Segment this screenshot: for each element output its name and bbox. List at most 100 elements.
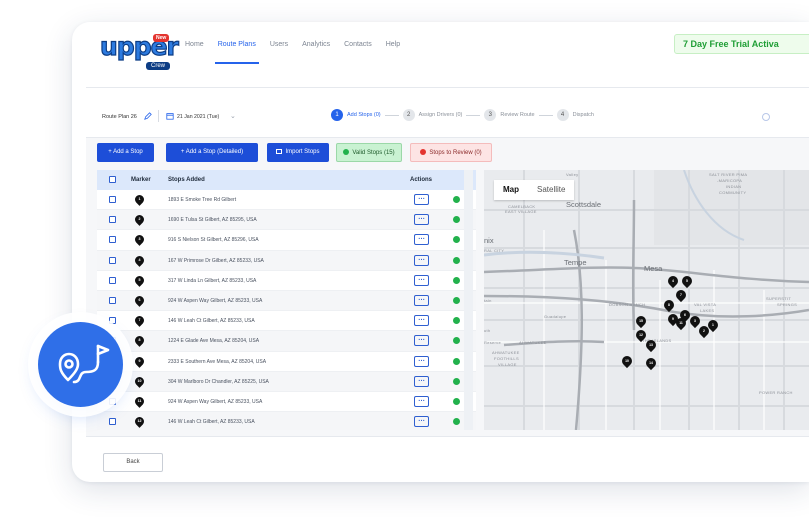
map-marker-number: 10 [625,359,629,363]
more-actions-button[interactable]: … [414,315,429,327]
marker-pin-icon: 12 [133,415,146,428]
more-actions-button[interactable]: … [414,335,429,347]
route-flag-badge [38,322,123,407]
route-map[interactable]: Map Satellite Valley SALT RIVER PIMA -MA… [484,170,809,430]
check-circle-icon [453,357,460,365]
gear-icon[interactable] [762,113,770,121]
nav-help[interactable]: Help [379,22,407,68]
nav-users[interactable]: Users [263,22,295,68]
table-row[interactable]: 5 317 W Linda Ln Gilbert, AZ 85233, USA… [97,271,476,291]
map-marker-number: 14 [649,361,653,365]
map-marker[interactable]: 13 [643,337,659,353]
column-actions: Actions [410,177,433,183]
table-scrollbar[interactable] [464,170,473,430]
more-actions-button[interactable]: … [414,294,429,306]
row-checkbox[interactable] [109,216,116,224]
valid-stops-button[interactable]: Valid Stops (15) [336,143,402,162]
row-checkbox[interactable] [109,236,116,244]
stop-address: 924 W Aspen Way Gilbert, AZ 85233, USA [168,398,263,405]
marker-number: 3 [138,237,141,242]
marker-pin-icon: 2 [133,213,146,227]
table-header: Marker Stops Added Actions [97,170,476,190]
logo-crew-tag: Crew [146,62,171,70]
step-label: Assign Drivers (0) [418,112,463,118]
route-plan-date[interactable]: 21 Jan 2021 (Tue) [177,114,219,120]
marker-number: 1 [138,197,141,201]
calendar-icon[interactable] [166,112,174,120]
table-row[interactable]: 12 146 W Leah Ct Gilbert, AZ 85233, USA… [97,412,476,430]
more-actions-button[interactable]: … [414,355,429,367]
free-trial-button[interactable]: 7 Day Free Trial Activa [674,34,809,54]
map-label: COMMUNITY [719,190,747,195]
more-actions-button[interactable]: … [414,395,429,407]
row-checkbox[interactable] [109,256,116,264]
map-marker[interactable]: 9 [665,311,681,327]
nav-home[interactable]: Home [178,22,211,68]
table-row[interactable]: 8 1224 E Glade Ave Mesa, AZ 85204, USA… [97,331,476,352]
select-all-checkbox[interactable] [109,176,116,183]
table-row[interactable]: 2 1690 E Tulsa St Gilbert, AZ 85295, USA… [97,210,476,231]
row-checkbox[interactable] [109,418,116,426]
tab-satellite[interactable]: Satellite [528,180,574,200]
add-stop-detailed-button[interactable]: + Add a Stop (Detailed) [166,143,258,162]
map-marker[interactable]: 10 [619,353,635,369]
more-actions-button[interactable]: … [414,234,429,246]
marker-number: 5 [138,277,141,282]
map-marker[interactable]: 4 [665,273,681,289]
stop-address: 1893 E Smoke Tree Rd Gilbert [168,197,237,203]
marker-number: 4 [138,257,141,262]
table-row[interactable]: 6 924 W Aspen Way Gilbert, AZ 85233, USA… [97,290,476,312]
check-circle-icon [453,337,460,345]
column-marker: Marker [131,177,151,183]
step-assign-drivers[interactable]: 2 Assign Drivers (0) [402,109,463,121]
more-actions-button[interactable]: … [414,254,429,266]
tab-map[interactable]: Map [494,180,528,200]
pencil-icon[interactable] [144,112,152,120]
row-checkbox[interactable] [109,196,116,203]
map-marker[interactable]: 5 [679,273,695,289]
row-checkbox[interactable] [109,296,116,304]
map-label: uth [484,328,491,333]
more-actions-button[interactable]: … [414,194,429,205]
add-stop-button[interactable]: + Add a Stop [97,143,154,162]
table-row[interactable]: 3 916 S Nielson St Gilbert, AZ 85296, USA… [97,230,476,251]
map-label: VILLAGE [498,362,517,367]
table-row[interactable]: 11 924 W Aspen Way Gilbert, AZ 85233, USA… [97,392,476,413]
upper-logo[interactable]: upper New Crew [99,31,179,72]
nav-contacts[interactable]: Contacts [337,22,379,68]
nav-route-plans[interactable]: Route Plans [211,22,263,68]
chevron-down-icon[interactable]: ⌄ [230,112,236,120]
map-marker[interactable]: 7 [673,287,689,303]
top-navigation: upper New Crew Home Route Plans Users An… [86,22,809,88]
import-stops-button[interactable]: Import Stops [267,143,329,162]
step-dispatch[interactable]: 4 Dispatch [556,109,594,121]
step-label: Add Stops (0) [347,112,381,118]
map-label: nix [484,236,494,245]
map-marker[interactable]: 14 [643,355,659,371]
more-actions-button[interactable]: … [414,375,429,387]
more-actions-button[interactable]: … [414,214,429,226]
step-add-stops[interactable]: 1 Add Stops (0) [331,109,381,121]
more-actions-button[interactable]: … [414,274,429,286]
more-actions-button[interactable]: … [414,416,429,428]
row-checkbox[interactable] [109,276,116,284]
map-marker[interactable]: 15 [633,313,649,329]
back-button[interactable]: Back [103,453,163,472]
table-row[interactable]: 7 146 W Leah Ct Gilbert, AZ 85233, USA… [97,311,476,332]
marker-number: 9 [138,358,141,363]
map-marker[interactable]: 8 [661,297,677,313]
table-row[interactable]: 9 2333 E Southern Ave Mesa, AZ 85204, USA… [97,352,476,372]
step-number: 4 [556,109,569,121]
map-marker[interactable]: 1 [705,317,721,333]
step-review-route[interactable]: 3 Review Route [484,109,535,121]
map-marker-number: 4 [672,279,674,283]
table-row[interactable]: 1 1893 E Smoke Tree Rd Gilbert … [97,190,476,211]
stops-to-review-button[interactable]: Stops to Review (0) [410,143,492,162]
import-stops-label: Import Stops [285,149,320,155]
marker-pin-icon: 4 [133,253,146,267]
map-label: Valley [566,172,579,177]
table-row[interactable]: 10 304 W Marlboro Dr Chandler, AZ 85225, … [97,371,476,392]
map-marker-number: 5 [686,279,688,283]
nav-analytics[interactable]: Analytics [295,22,337,68]
table-row[interactable]: 4 167 W Primrose Dr Gilbert, AZ 85233, US… [97,250,476,271]
